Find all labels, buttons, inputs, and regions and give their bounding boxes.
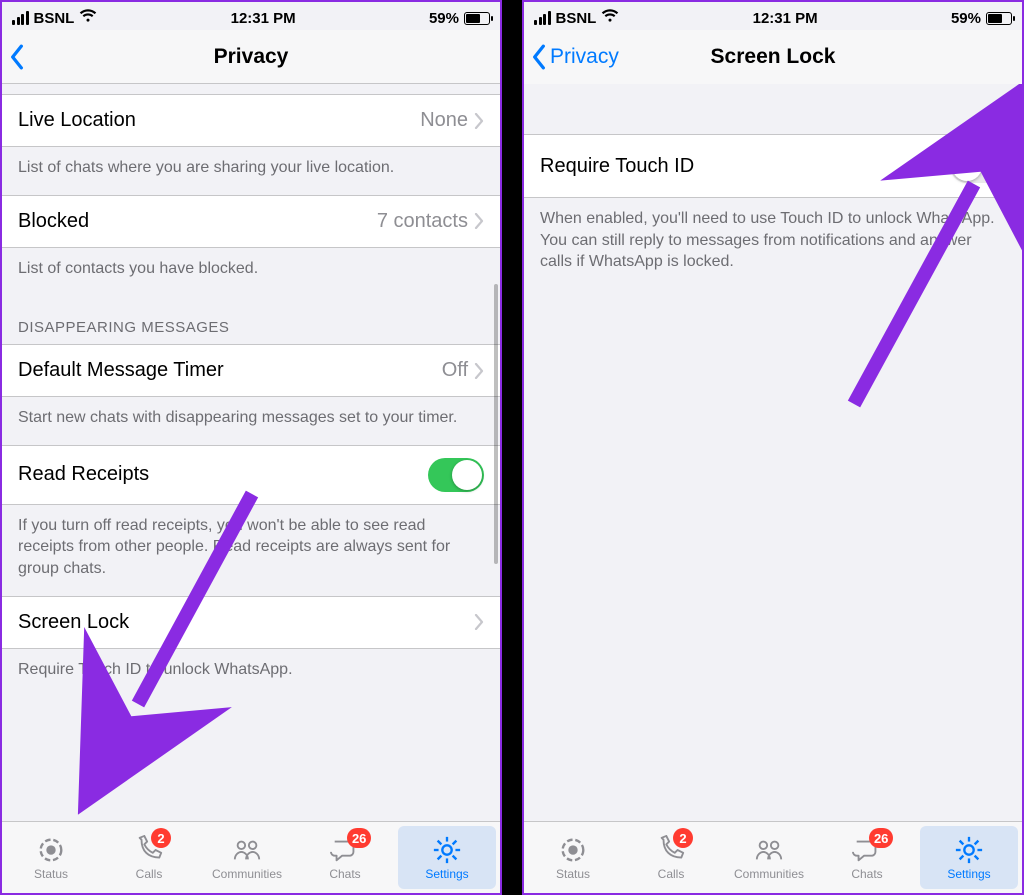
live-location-footer: List of chats where you are sharing your… xyxy=(2,147,500,195)
privacy-screen: BSNL 12:31 PM 59% Privacy Live Location xyxy=(0,0,502,895)
live-location-label: Live Location xyxy=(18,109,420,132)
gear-icon xyxy=(953,835,985,865)
back-button[interactable]: Privacy xyxy=(530,30,619,84)
tab-settings[interactable]: Settings xyxy=(398,826,496,889)
gear-icon xyxy=(431,835,463,865)
clock-label: 12:31 PM xyxy=(753,10,818,27)
battery-pct: 59% xyxy=(951,10,981,27)
read-receipts-label: Read Receipts xyxy=(18,463,428,486)
signal-icon xyxy=(534,11,551,25)
require-touchid-toggle[interactable] xyxy=(950,149,1006,183)
nav-bar: Privacy xyxy=(2,30,500,84)
tab-chats-label: Chats xyxy=(329,867,360,881)
tab-chats[interactable]: 26 Chats xyxy=(818,822,916,893)
blocked-row[interactable]: Blocked 7 contacts xyxy=(2,195,500,248)
tab-settings[interactable]: Settings xyxy=(920,826,1018,889)
chevron-right-icon xyxy=(474,614,484,630)
chats-badge: 26 xyxy=(347,828,371,848)
back-label: Privacy xyxy=(550,45,619,69)
chevron-right-icon xyxy=(474,113,484,129)
tab-calls-label: Calls xyxy=(136,867,163,881)
tab-calls-label: Calls xyxy=(658,867,685,881)
nav-title: Privacy xyxy=(214,45,289,69)
screen-lock-footer: Require Touch ID to unlock WhatsApp. xyxy=(2,649,500,697)
tab-chats[interactable]: 26 Chats xyxy=(296,822,394,893)
tab-communities[interactable]: Communities xyxy=(198,822,296,893)
blocked-footer: List of contacts you have blocked. xyxy=(2,248,500,296)
read-receipts-row: Read Receipts xyxy=(2,445,500,505)
live-location-value: None xyxy=(420,109,468,132)
nav-title: Screen Lock xyxy=(711,45,836,69)
tab-status[interactable]: Status xyxy=(524,822,622,893)
default-timer-value: Off xyxy=(442,359,468,382)
tab-status-label: Status xyxy=(556,867,590,881)
require-touchid-row: Require Touch ID xyxy=(524,134,1022,198)
live-location-row[interactable]: Live Location None xyxy=(2,94,500,147)
nav-bar: Privacy Screen Lock xyxy=(524,30,1022,84)
tab-calls[interactable]: 2 Calls xyxy=(100,822,198,893)
calls-badge: 2 xyxy=(151,828,171,848)
communities-icon xyxy=(231,835,263,865)
require-touchid-label: Require Touch ID xyxy=(540,155,950,178)
default-timer-footer: Start new chats with disappearing messag… xyxy=(2,397,500,445)
disappearing-header: DISAPPEARING MESSAGES xyxy=(2,295,500,344)
scroll-indicator[interactable] xyxy=(494,284,498,564)
blocked-value: 7 contacts xyxy=(377,210,468,233)
chevron-right-icon xyxy=(474,213,484,229)
wifi-icon xyxy=(601,9,619,27)
tab-settings-label: Settings xyxy=(425,867,468,881)
blocked-label: Blocked xyxy=(18,210,377,233)
screen-lock-screen: BSNL 12:31 PM 59% Privacy Screen Lock Re… xyxy=(522,0,1024,895)
screen-lock-row[interactable]: Screen Lock xyxy=(2,596,500,649)
status-icon xyxy=(35,835,67,865)
tab-bar: Status 2 Calls Communities 26 Chats Sett… xyxy=(2,821,500,893)
default-timer-label: Default Message Timer xyxy=(18,359,442,382)
battery-pct: 59% xyxy=(429,10,459,27)
tab-status-label: Status xyxy=(34,867,68,881)
carrier-label: BSNL xyxy=(34,10,75,27)
tab-communities-label: Communities xyxy=(212,867,282,881)
default-timer-row[interactable]: Default Message Timer Off xyxy=(2,344,500,397)
clock-label: 12:31 PM xyxy=(231,10,296,27)
status-bar: BSNL 12:31 PM 59% xyxy=(524,2,1022,30)
tab-communities-label: Communities xyxy=(734,867,804,881)
read-receipts-footer: If you turn off read receipts, you won't… xyxy=(2,505,500,596)
tab-settings-label: Settings xyxy=(947,867,990,881)
back-button[interactable] xyxy=(8,30,26,83)
battery-icon xyxy=(986,12,1012,25)
chats-badge: 26 xyxy=(869,828,893,848)
battery-icon xyxy=(464,12,490,25)
tab-bar: Status 2 Calls Communities 26 Chats Sett… xyxy=(524,821,1022,893)
tab-chats-label: Chats xyxy=(851,867,882,881)
tab-calls[interactable]: 2 Calls xyxy=(622,822,720,893)
carrier-label: BSNL xyxy=(556,10,597,27)
tab-communities[interactable]: Communities xyxy=(720,822,818,893)
require-touchid-footer: When enabled, you'll need to use Touch I… xyxy=(524,198,1022,289)
communities-icon xyxy=(753,835,785,865)
signal-icon xyxy=(12,11,29,25)
calls-badge: 2 xyxy=(673,828,693,848)
screen-lock-label: Screen Lock xyxy=(18,611,474,634)
status-bar: BSNL 12:31 PM 59% xyxy=(2,2,500,30)
chevron-right-icon xyxy=(474,363,484,379)
tab-status[interactable]: Status xyxy=(2,822,100,893)
wifi-icon xyxy=(79,9,97,27)
read-receipts-toggle[interactable] xyxy=(428,458,484,492)
status-icon xyxy=(557,835,589,865)
